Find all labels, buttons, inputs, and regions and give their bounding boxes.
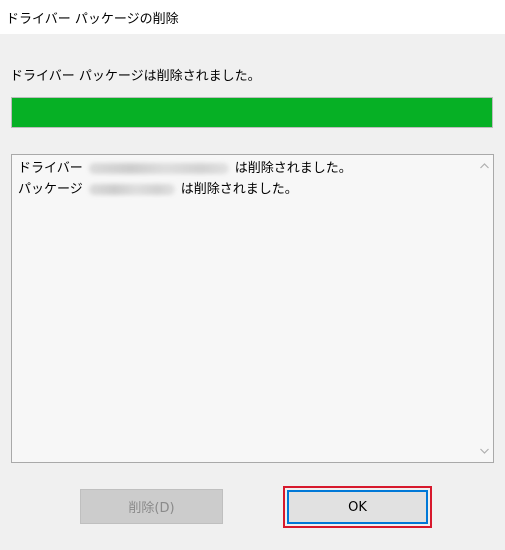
chevron-down-icon[interactable] (475, 442, 493, 460)
title-bar: ドライバー パッケージの削除 (0, 0, 505, 34)
delete-button[interactable]: 削除(D) (80, 489, 223, 524)
redacted-text (88, 163, 229, 174)
status-message: ドライバー パッケージは削除されました。 (10, 69, 261, 84)
log-lines: ドライバー は削除されました。 パッケージ は削除されました。 (18, 158, 469, 200)
log-line: パッケージ は削除されました。 (18, 179, 469, 200)
ok-button[interactable]: OK (287, 490, 428, 524)
log-line-suffix: は削除されました。 (234, 161, 352, 176)
vertical-scrollbar[interactable] (475, 155, 493, 462)
progress-fill (12, 98, 492, 127)
progress-bar (11, 97, 493, 128)
log-line: ドライバー は削除されました。 (18, 158, 469, 179)
log-line-suffix: は削除されました。 (180, 182, 298, 197)
redacted-text (88, 184, 175, 195)
log-line-prefix: パッケージ (18, 182, 83, 197)
log-list[interactable]: ドライバー は削除されました。 パッケージ は削除されました。 (11, 154, 494, 463)
chevron-up-icon[interactable] (475, 157, 493, 175)
window-title: ドライバー パッケージの削除 (6, 12, 179, 27)
log-line-prefix: ドライバー (18, 161, 83, 176)
